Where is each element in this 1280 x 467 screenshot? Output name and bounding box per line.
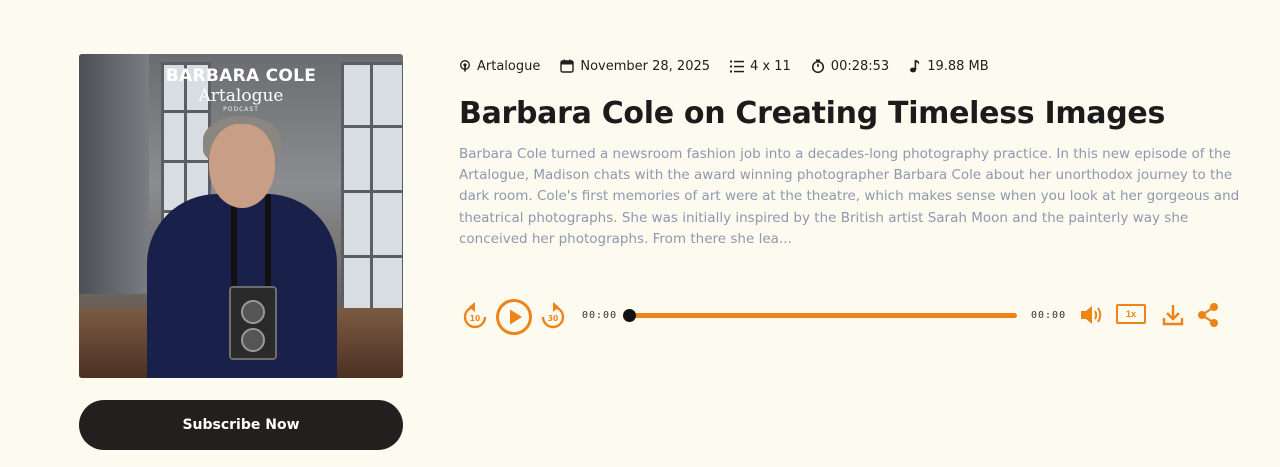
meta-podcast[interactable]: Artalogue xyxy=(459,59,540,74)
rewind-label: 10 xyxy=(470,314,480,323)
rewind-10-button[interactable]: 10 xyxy=(462,301,488,331)
subscribe-button[interactable]: Subscribe Now xyxy=(79,400,403,450)
play-button[interactable] xyxy=(495,298,533,336)
podcast-name: Artalogue xyxy=(477,58,541,74)
meta-file-size: 19.88 MB xyxy=(909,58,989,74)
episode-date: November 28, 2025 xyxy=(580,58,711,74)
meta-episode-number: 4 x 11 xyxy=(730,59,791,74)
episode-duration: 00:28:53 xyxy=(830,58,890,74)
file-size: 19.88 MB xyxy=(927,58,989,74)
share-icon[interactable] xyxy=(1196,302,1220,328)
timer-icon xyxy=(811,59,824,73)
cover-title: BARBARA COLE xyxy=(165,66,317,86)
forward-30-button[interactable]: 30 xyxy=(540,301,566,331)
meta-duration: 00:28:53 xyxy=(811,59,889,74)
meta-date: November 28, 2025 xyxy=(560,59,710,74)
episode-meta: Artalogue November 28, 2025 4 x 11 00:28… xyxy=(459,57,1009,75)
cover-camera xyxy=(229,286,277,360)
volume-button[interactable] xyxy=(1079,304,1105,326)
audio-player: 10 30 00:00 00:00 1x xyxy=(460,295,1225,337)
progress-handle[interactable] xyxy=(623,309,636,322)
podcast-icon xyxy=(460,60,470,72)
list-icon xyxy=(730,60,745,72)
cover-person-face xyxy=(209,124,275,208)
download-icon[interactable] xyxy=(1162,303,1184,327)
episode-number: 4 x 11 xyxy=(750,58,791,74)
current-time: 00:00 xyxy=(582,310,618,321)
total-time: 00:00 xyxy=(1031,310,1067,321)
calendar-icon xyxy=(560,59,575,73)
music-note-icon xyxy=(910,60,920,73)
progress-bar[interactable] xyxy=(629,313,1017,318)
episode-description: Barbara Cole turned a newsroom fashion j… xyxy=(459,146,1240,247)
podcast-cover-art: BARBARA COLE Artalogue PODCAST xyxy=(79,54,403,378)
cover-tagline: PODCAST xyxy=(223,106,259,113)
episode-title: Barbara Cole on Creating Timeless Images xyxy=(459,96,1166,131)
cover-subtitle: Artalogue xyxy=(198,86,284,106)
forward-label: 30 xyxy=(548,314,558,323)
playback-speed-button[interactable]: 1x xyxy=(1116,304,1146,324)
